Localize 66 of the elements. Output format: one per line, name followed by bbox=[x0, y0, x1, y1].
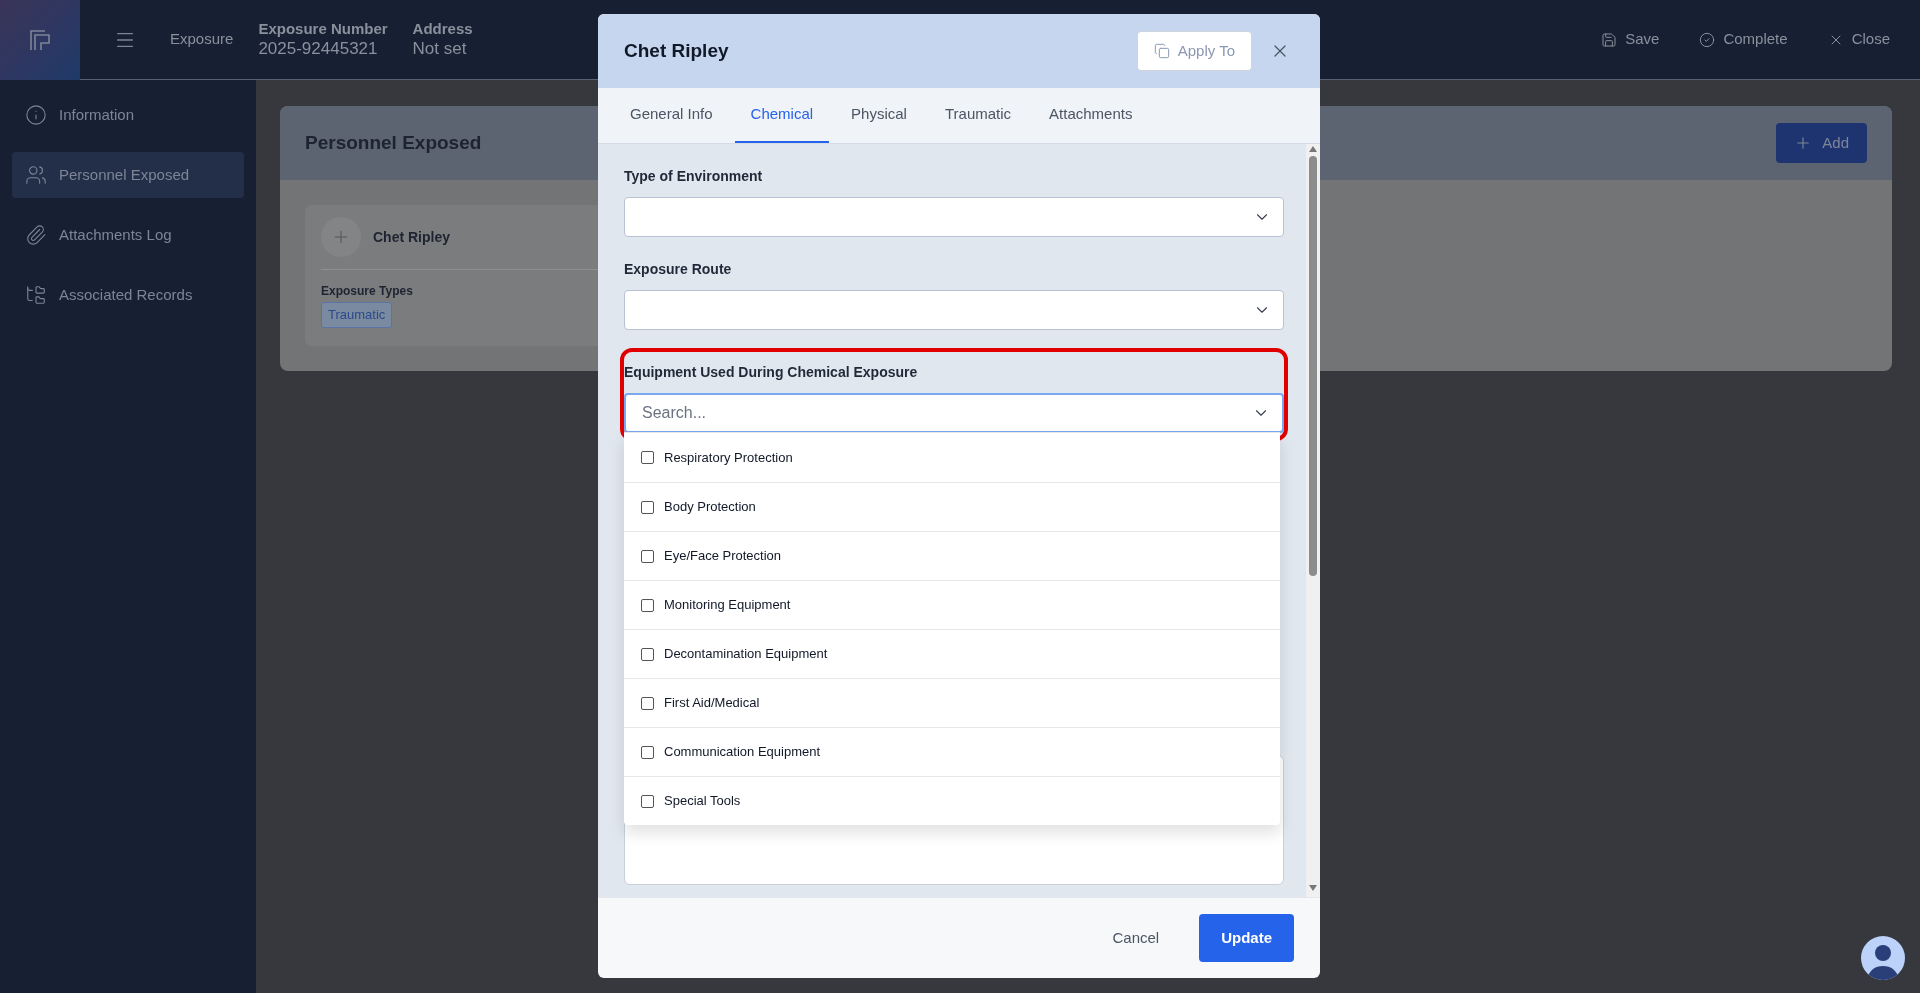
avatar-icon[interactable] bbox=[1861, 936, 1905, 980]
people-icon bbox=[25, 164, 47, 186]
search-field[interactable]: Search... bbox=[624, 393, 1284, 433]
checkbox[interactable] bbox=[641, 500, 654, 514]
option-row[interactable]: First Aid/Medical bbox=[624, 678, 1280, 727]
logo-tile[interactable] bbox=[0, 0, 80, 80]
select-field[interactable] bbox=[624, 290, 1284, 330]
checkbox[interactable] bbox=[641, 451, 654, 464]
header-field-value: Not set bbox=[412, 37, 468, 60]
scroll-up-icon[interactable] bbox=[1309, 146, 1317, 152]
tab[interactable]: Traumatic bbox=[928, 88, 1028, 143]
modal-title: Chet Ripley bbox=[624, 38, 729, 63]
field-label: Equipment Used During Chemical Exposure bbox=[624, 363, 919, 382]
option-row[interactable]: Eye/Face Protection bbox=[624, 531, 1280, 580]
option-label: Respiratory Protection bbox=[664, 448, 793, 467]
panel-title: Personnel Exposed bbox=[305, 130, 482, 155]
save-icon bbox=[1601, 31, 1618, 48]
paperclip-icon bbox=[25, 224, 47, 246]
person-name: Chet Ripley bbox=[373, 227, 450, 247]
option-label: Decontamination Equipment bbox=[664, 645, 828, 664]
scroll-down-icon[interactable] bbox=[1309, 885, 1317, 891]
option-label: Monitoring Equipment bbox=[664, 596, 791, 615]
logo-icon bbox=[29, 28, 51, 51]
option-label: Eye/Face Protection bbox=[664, 547, 782, 566]
header-field-value: 2025-92445321 bbox=[258, 37, 379, 60]
search-input[interactable]: Search... bbox=[642, 401, 1252, 425]
module-title: Exposure bbox=[170, 29, 234, 50]
copy-icon bbox=[1153, 43, 1170, 59]
header-action[interactable]: Close bbox=[1827, 28, 1890, 51]
update-button[interactable]: Update bbox=[1199, 914, 1294, 962]
sidebar-item[interactable]: Information bbox=[12, 92, 244, 138]
option-row[interactable]: Communication Equipment bbox=[624, 727, 1280, 776]
checkbox[interactable] bbox=[641, 598, 654, 612]
tab[interactable]: Physical bbox=[835, 88, 923, 143]
checkbox[interactable] bbox=[641, 794, 654, 808]
tab[interactable]: Attachments bbox=[1033, 88, 1149, 143]
option-row[interactable]: Monitoring Equipment bbox=[624, 580, 1280, 629]
sidebar-item[interactable]: Personnel Exposed bbox=[12, 152, 244, 198]
option-row[interactable]: Body Protection bbox=[624, 482, 1280, 531]
folder-tree-icon bbox=[25, 284, 47, 306]
header-field-label: Address bbox=[412, 19, 473, 38]
option-label: First Aid/Medical bbox=[664, 694, 760, 713]
checkbox[interactable] bbox=[641, 745, 654, 759]
option-label: Special Tools bbox=[664, 792, 741, 811]
header-field-label: Exposure Number bbox=[258, 19, 388, 38]
sidebar-item[interactable]: Associated Records bbox=[12, 272, 244, 318]
cancel-button[interactable]: Cancel bbox=[1098, 918, 1174, 958]
option-row[interactable]: Special Tools bbox=[624, 776, 1280, 825]
tab[interactable]: General Info bbox=[614, 88, 729, 143]
option-row[interactable]: Decontamination Equipment bbox=[624, 629, 1280, 678]
exposure-tag: Traumatic bbox=[321, 302, 393, 328]
option-label: Body Protection bbox=[664, 498, 756, 517]
check-circle-icon bbox=[1699, 31, 1716, 48]
checkbox[interactable] bbox=[641, 647, 654, 661]
sidebar-item[interactable]: Attachments Log bbox=[12, 212, 244, 258]
header-action[interactable]: Complete bbox=[1699, 28, 1788, 51]
types-label: Exposure Types bbox=[321, 283, 414, 300]
scrollbar-thumb[interactable] bbox=[1309, 156, 1317, 576]
checkbox[interactable] bbox=[641, 696, 654, 710]
option-label: Communication Equipment bbox=[664, 743, 821, 762]
info-icon bbox=[25, 104, 47, 126]
checkbox[interactable] bbox=[641, 549, 654, 563]
field-label: Type of Environment bbox=[624, 167, 764, 186]
option-row[interactable]: Respiratory Protection bbox=[624, 433, 1280, 482]
header-action[interactable]: Save bbox=[1601, 28, 1660, 51]
select-field[interactable] bbox=[624, 197, 1284, 237]
